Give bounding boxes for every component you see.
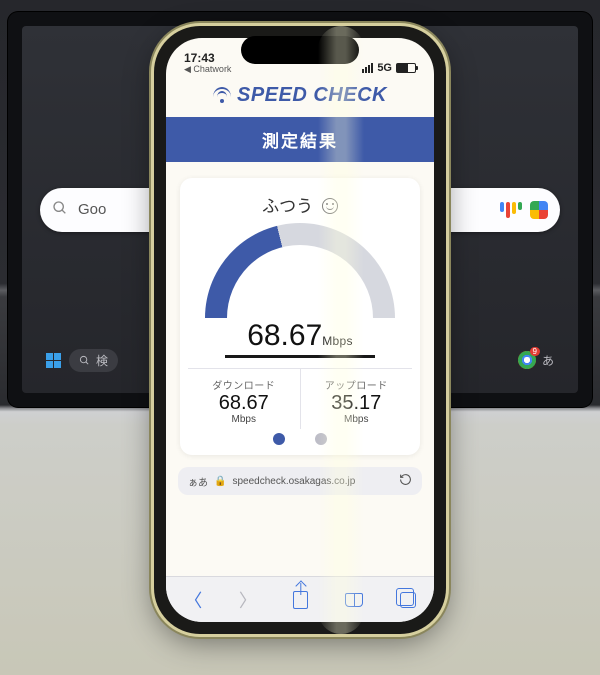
smile-icon [322,198,338,214]
voice-search-icon[interactable] [500,202,522,218]
iphone-screen: 17:43 ◀ Chatwork 5G SPEED CHECK 測定結果 ふつう [166,38,434,622]
reload-icon[interactable] [399,473,412,489]
tabs-icon[interactable] [400,592,416,608]
download-label: ダウンロード [188,377,300,392]
iphone-device: 17:43 ◀ Chatwork 5G SPEED CHECK 測定結果 ふつう [154,26,446,634]
speed-rating: ふつう [188,192,412,217]
bookmarks-icon[interactable] [345,593,363,607]
back-to-app[interactable]: ◀ Chatwork [184,65,231,74]
windows-start-icon[interactable] [46,353,61,368]
pager-dots [188,433,412,445]
value-underline [225,355,375,358]
page-host: speedcheck.osakagas.co.jp [232,476,355,487]
upload-value: 35.17 [301,392,413,414]
chrome-icon[interactable] [518,351,536,369]
safari-address-bar[interactable]: ぁあ 🔒 speedcheck.osakagas.co.jp [178,467,422,495]
ime-indicator[interactable]: あ [542,352,554,369]
result-card: ふつう 68.67Mbps ダウンロード 68.67 Mbps アップロード 3… [180,178,420,455]
taskbar-search[interactable]: 検 [69,349,118,372]
share-icon[interactable] [293,591,308,609]
battery-icon [396,63,416,73]
iphone-notch [241,36,359,64]
download-value: 68.67 [188,392,300,414]
metrics-row: ダウンロード 68.67 Mbps アップロード 35.17 Mbps [188,368,412,429]
taskbar-search-label: 検 [96,352,108,369]
main-speed-value: 68.67Mbps [188,319,412,353]
back-button[interactable]: 〈 [184,587,202,613]
speed-gauge [205,223,395,323]
safari-toolbar: 〈 〉 [166,576,434,622]
section-banner: 測定結果 [166,117,434,162]
app-brand: SPEED CHECK [166,76,434,117]
reader-mode-button[interactable]: ぁあ [188,474,208,489]
banner-title: 測定結果 [262,132,338,151]
wifi-icon [213,89,231,103]
download-metric: ダウンロード 68.67 Mbps [188,369,300,429]
search-text: Goo [78,201,106,218]
cell-signal-icon [362,63,373,73]
network-label: 5G [377,62,392,74]
forward-button: 〉 [239,587,257,613]
download-unit: Mbps [188,414,300,425]
dot-active [273,433,285,445]
upload-label: アップロード [301,377,413,392]
dot-inactive [315,433,327,445]
search-icon [52,200,68,220]
upload-unit: Mbps [301,414,413,425]
google-lens-icon[interactable] [530,201,548,219]
brand-text: SPEED CHECK [237,84,387,107]
upload-metric: アップロード 35.17 Mbps [300,369,413,429]
lock-icon: 🔒 [214,476,226,487]
